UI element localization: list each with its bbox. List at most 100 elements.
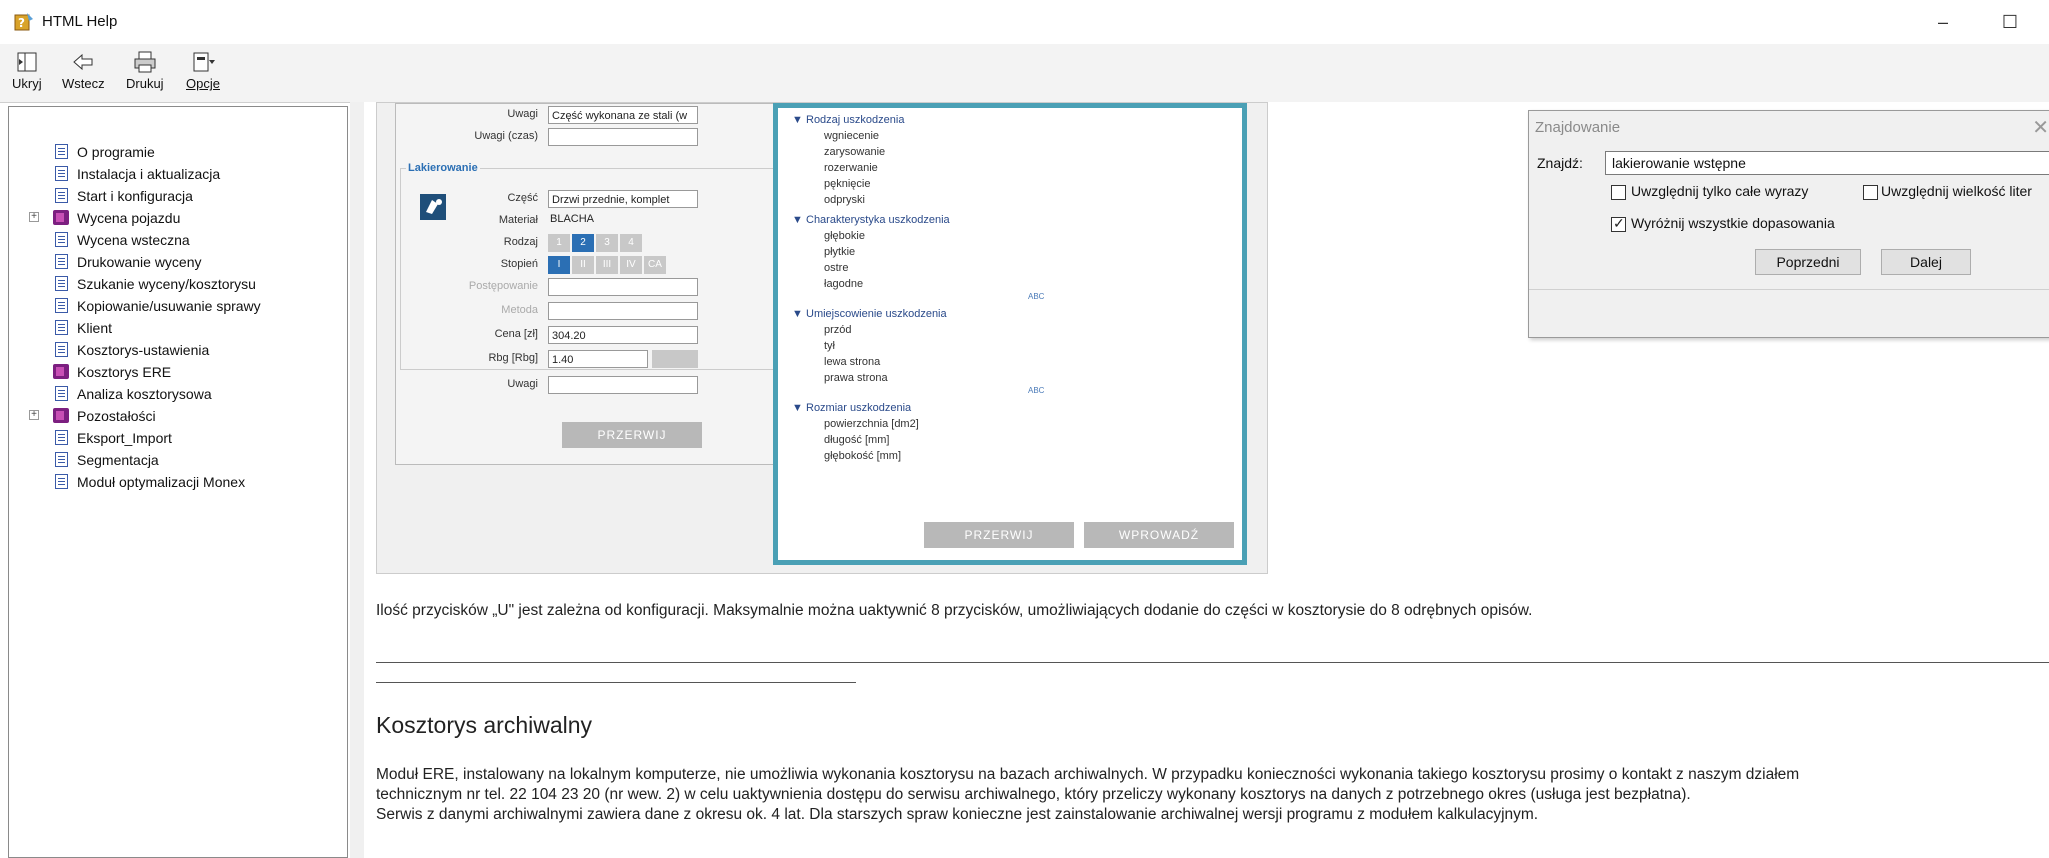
page-icon — [55, 254, 68, 269]
page-icon — [55, 386, 68, 401]
expand-icon[interactable]: + — [29, 410, 39, 420]
whole-words-label: Uwzględnij tylko całe wyrazy — [1631, 183, 1809, 199]
form-field — [548, 302, 698, 320]
damage-option: prawa strona — [824, 372, 888, 384]
form-label: Uwagi — [507, 108, 538, 120]
previous-button[interactable]: Poprzedni — [1755, 249, 1861, 275]
find-dialog: Znajdowanie ✕ Znajdź: lakierowanie wstęp… — [1528, 110, 2049, 338]
tree-item[interactable]: Kosztorys ERE — [9, 361, 349, 383]
tree-item-label: Szukanie wyceny/kosztorysu — [77, 276, 256, 292]
segment — [652, 350, 698, 368]
group-header: Rozmiar uszkodzenia — [806, 402, 912, 414]
form-field: Drzwi przednie, komplet — [548, 190, 698, 208]
paragraph: Ilość przycisków „U" jest zależna od kon… — [376, 602, 1533, 619]
tree-item[interactable]: Moduł optymalizacji Monex — [9, 471, 349, 493]
damage-option: przód — [824, 324, 852, 336]
tree-item[interactable]: Start i konfiguracja — [9, 185, 349, 207]
paint-icon — [420, 194, 446, 220]
match-case-checkbox[interactable] — [1863, 185, 1878, 200]
form-field: 304.20 — [548, 326, 698, 344]
damage-option: powierzchnia [dm2] — [824, 418, 919, 430]
tree-item[interactable]: + Pozostałości — [9, 405, 349, 427]
tree-item-label: Kopiowanie/usuwanie sprawy — [77, 298, 261, 314]
tree-item[interactable]: Szukanie wyceny/kosztorysu — [9, 273, 349, 295]
embedded-screenshot: Uwagi Część wykonana ze stali (w Uwagi (… — [376, 102, 1268, 574]
abc-icon: ABC — [1028, 292, 1045, 301]
back-button[interactable]: Wstecz — [62, 50, 105, 91]
page-icon — [55, 276, 68, 291]
options-label: Opcje — [186, 76, 220, 91]
page-icon — [55, 342, 68, 357]
whole-words-checkbox[interactable] — [1611, 185, 1626, 200]
minimize-button[interactable]: – — [1928, 8, 1958, 36]
tree-item[interactable]: Eksport_Import — [9, 427, 349, 449]
form-label: Cena [zł] — [494, 328, 538, 340]
divider — [376, 662, 2049, 663]
printer-icon — [134, 51, 156, 73]
tree-item-label: Instalacja i aktualizacja — [77, 166, 221, 182]
damage-option: rozerwanie — [824, 162, 878, 174]
damage-option: płytkie — [824, 246, 856, 258]
segment: III — [596, 256, 618, 274]
close-icon[interactable]: ✕ — [2032, 115, 2049, 140]
contents-pane[interactable]: O programie Instalacja i aktualizacja Star… — [8, 106, 348, 858]
tree-item-label: Drukowanie wyceny — [77, 254, 202, 270]
embedded-form: Uwagi Część wykonana ze stali (w Uwagi (… — [395, 103, 797, 465]
window-title: HTML Help — [42, 13, 118, 30]
find-input[interactable]: lakierowanie wstępne — [1605, 151, 2049, 175]
tree-item[interactable]: Analiza kosztorysowa — [9, 383, 349, 405]
collapse-icon: ▼ — [792, 308, 803, 320]
tree-item[interactable]: Wycena wsteczna — [9, 229, 349, 251]
hide-button[interactable]: Ukryj — [12, 50, 42, 91]
page-icon — [55, 320, 68, 335]
form-field — [548, 128, 698, 146]
tree-item-label: Klient — [77, 320, 113, 336]
tree-item[interactable]: Instalacja i aktualizacja — [9, 163, 349, 185]
help-app-icon: ? — [14, 13, 33, 31]
form-label: Uwagi (czas) — [474, 130, 538, 142]
segment: CA — [644, 256, 666, 274]
tree-item[interactable]: Kopiowanie/usuwanie sprawy — [9, 295, 349, 317]
page-icon — [55, 298, 68, 313]
tree-item[interactable]: Drukowanie wyceny — [9, 251, 349, 273]
form-label: Uwagi — [507, 378, 538, 390]
page-icon — [55, 166, 68, 181]
segment: II — [572, 256, 594, 274]
tree-item[interactable]: Klient — [9, 317, 349, 339]
tree-item[interactable]: + Wycena pojazdu — [9, 207, 349, 229]
tree-item-label: Wycena pojazdu — [77, 210, 181, 226]
tree-item[interactable]: Kosztorys-ustawienia — [9, 339, 349, 361]
form-label: Stopień — [500, 258, 538, 270]
page-icon — [55, 452, 68, 467]
tree-item-label: Pozostałości — [77, 408, 156, 424]
section-heading: Kosztorys archiwalny — [376, 712, 593, 738]
damage-option: pęknięcie — [824, 178, 871, 190]
maximize-button[interactable]: ☐ — [1995, 8, 2025, 36]
print-button[interactable]: Drukuj — [126, 50, 164, 91]
page-icon — [55, 188, 68, 203]
section-title: Lakierowanie — [406, 162, 480, 174]
group-header: Umiejscowienie uszkodzenia — [806, 308, 947, 320]
damage-option: długość [mm] — [824, 434, 890, 446]
options-button[interactable]: Opcje — [186, 50, 220, 91]
damage-option: ostre — [824, 262, 849, 274]
page-icon — [55, 232, 68, 247]
toolbar: Ukryj Wstecz Drukuj Opcje — [0, 44, 2049, 103]
hide-pane-icon — [17, 52, 37, 72]
paragraph: Moduł ERE, instalowany na lokalnym kompu… — [376, 766, 1800, 783]
form-label: Materiał — [498, 214, 538, 226]
tree-item[interactable]: Segmentacja — [9, 449, 349, 471]
next-button[interactable]: Dalej — [1881, 249, 1971, 275]
form-field: Część wykonana ze stali (w — [548, 106, 698, 124]
book-icon — [53, 364, 69, 379]
segment: 3 — [596, 234, 618, 252]
contents-tree: O programie Instalacja i aktualizacja Star… — [9, 141, 349, 493]
damage-option: lewa strona — [824, 356, 881, 368]
cancel-button-image: PRZERWIJ — [924, 522, 1074, 548]
collapse-icon: ▼ — [792, 402, 803, 414]
segment: IV — [620, 256, 642, 274]
tree-item[interactable]: O programie — [9, 141, 349, 163]
expand-icon[interactable]: + — [29, 212, 39, 222]
highlight-all-checkbox[interactable] — [1611, 215, 1626, 232]
pane-splitter[interactable] — [350, 102, 364, 858]
